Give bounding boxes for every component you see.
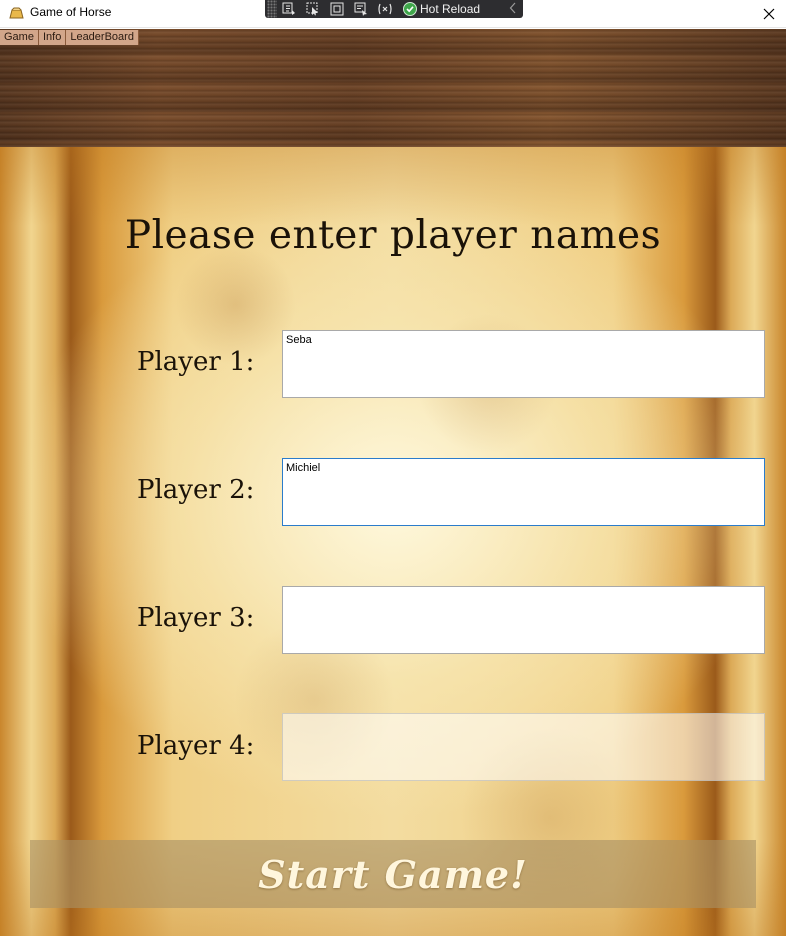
- select-element-button[interactable]: [301, 0, 325, 18]
- track-focus-icon: [354, 2, 367, 16]
- binding-failures-button[interactable]: [373, 0, 397, 18]
- display-layout-adorners-button[interactable]: [325, 0, 349, 18]
- collapse-toolbar-button[interactable]: [509, 2, 517, 17]
- binding-failures-icon: [378, 3, 392, 15]
- check-circle-icon: [403, 2, 417, 16]
- player-3-input[interactable]: [282, 586, 765, 654]
- menu-item-info[interactable]: Info: [38, 30, 67, 45]
- start-game-button[interactable]: Start Game!: [30, 840, 756, 908]
- player-3-label: Player 3:: [137, 603, 255, 633]
- player-2-input[interactable]: Michiel: [282, 458, 765, 526]
- menu-item-leaderboard[interactable]: LeaderBoard: [66, 30, 139, 45]
- player-1-label: Player 1:: [137, 347, 255, 377]
- go-to-live-visual-tree-button[interactable]: [277, 0, 301, 18]
- debug-toolbar: Hot Reload: [265, 0, 523, 18]
- toolbar-grip-icon[interactable]: [267, 0, 277, 18]
- player-1-input[interactable]: Seba: [282, 330, 765, 398]
- close-button[interactable]: [752, 0, 786, 28]
- chevron-left-icon: [509, 2, 516, 14]
- close-icon: [763, 8, 775, 20]
- player-2-label: Player 2:: [137, 475, 255, 505]
- wood-header: [0, 29, 786, 147]
- layout-adorners-icon: [330, 2, 344, 16]
- menu-bar: Game Info LeaderBoard: [0, 30, 139, 45]
- menu-item-game[interactable]: Game: [0, 30, 39, 45]
- parchment-panel: Please enter player names Player 1: Seba…: [0, 147, 786, 936]
- hot-reload-label: Hot Reload: [420, 2, 481, 16]
- window-title: Game of Horse: [30, 5, 112, 19]
- horse-game-icon: [9, 7, 24, 19]
- hot-reload-indicator[interactable]: Hot Reload: [403, 0, 480, 18]
- track-focused-element-button[interactable]: [349, 0, 373, 18]
- live-tree-icon: [282, 2, 295, 15]
- player-4-input[interactable]: [282, 713, 765, 781]
- page-title: Please enter player names: [124, 213, 662, 258]
- player-4-label: Player 4:: [137, 731, 255, 761]
- select-element-icon: [306, 2, 318, 16]
